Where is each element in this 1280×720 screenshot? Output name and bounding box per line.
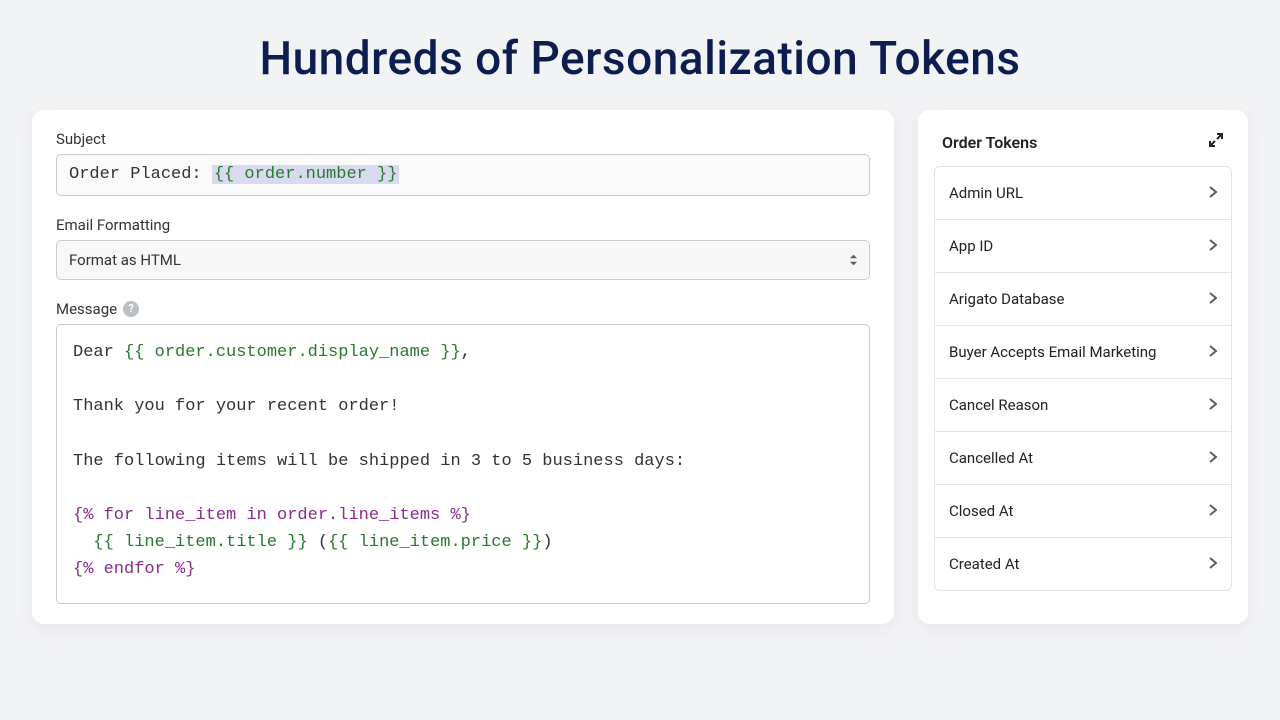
email-editor-panel: Subject Order Placed: {{ order.number }}… — [32, 110, 894, 624]
token-item[interactable]: Cancel Reason — [935, 379, 1231, 432]
template-text: , — [461, 343, 471, 362]
tokens-panel: Order Tokens Admin URL App ID Arigato Data… — [918, 110, 1248, 624]
template-text: Thank you for your recent order! — [73, 397, 399, 416]
token-item-label: Buyer Accepts Email Marketing — [949, 343, 1156, 361]
template-text: Dear — [73, 343, 124, 362]
token-item-label: App ID — [949, 237, 993, 255]
expand-icon[interactable] — [1208, 132, 1224, 152]
template-variable: {{ line_item.title }} — [93, 533, 307, 552]
formatting-select[interactable]: Format as HTML — [56, 240, 870, 280]
subject-prefix-text: Order Placed: — [69, 165, 212, 184]
token-item[interactable]: Created At — [935, 538, 1231, 590]
token-item[interactable]: Arigato Database — [935, 273, 1231, 326]
chevron-right-icon — [1209, 555, 1217, 573]
chevron-right-icon — [1209, 290, 1217, 308]
template-text — [73, 533, 93, 552]
token-item-label: Arigato Database — [949, 290, 1064, 308]
chevron-right-icon — [1209, 343, 1217, 361]
template-tag: {% endfor %} — [73, 560, 195, 579]
token-item-label: Created At — [949, 555, 1019, 573]
token-item[interactable]: App ID — [935, 220, 1231, 273]
tokens-panel-title: Order Tokens — [942, 133, 1037, 152]
help-icon[interactable]: ? — [123, 301, 139, 317]
template-text: ) — [542, 533, 552, 552]
subject-token: {{ order.number }} — [212, 165, 400, 184]
template-variable: {{ order.customer.display_name }} — [124, 343, 461, 362]
subject-input[interactable]: Order Placed: {{ order.number }} — [56, 154, 870, 196]
message-input[interactable]: Dear {{ order.customer.display_name }}, … — [56, 324, 870, 604]
chevron-right-icon — [1209, 237, 1217, 255]
subject-label: Subject — [56, 130, 870, 148]
chevron-right-icon — [1209, 449, 1217, 467]
token-item-label: Cancel Reason — [949, 396, 1048, 414]
message-label: Message — [56, 300, 117, 318]
token-item-label: Cancelled At — [949, 449, 1033, 467]
formatting-label: Email Formatting — [56, 216, 870, 234]
template-tag: {% for line_item in order.line_items %} — [73, 506, 471, 525]
token-item[interactable]: Buyer Accepts Email Marketing — [935, 326, 1231, 379]
template-variable: {{ line_item.price }} — [328, 533, 542, 552]
token-item[interactable]: Cancelled At — [935, 432, 1231, 485]
token-item[interactable]: Admin URL — [935, 167, 1231, 220]
page-title: Hundreds of Personalization Tokens — [0, 0, 1280, 110]
token-list: Admin URL App ID Arigato Database Buyer Acc… — [934, 166, 1232, 591]
token-item[interactable]: Closed At — [935, 485, 1231, 538]
chevron-right-icon — [1209, 396, 1217, 414]
template-text: The following items will be shipped in 3… — [73, 452, 685, 471]
chevron-right-icon — [1209, 184, 1217, 202]
token-item-label: Admin URL — [949, 184, 1023, 202]
chevron-right-icon — [1209, 502, 1217, 520]
template-text: ( — [308, 533, 328, 552]
token-item-label: Closed At — [949, 502, 1013, 520]
